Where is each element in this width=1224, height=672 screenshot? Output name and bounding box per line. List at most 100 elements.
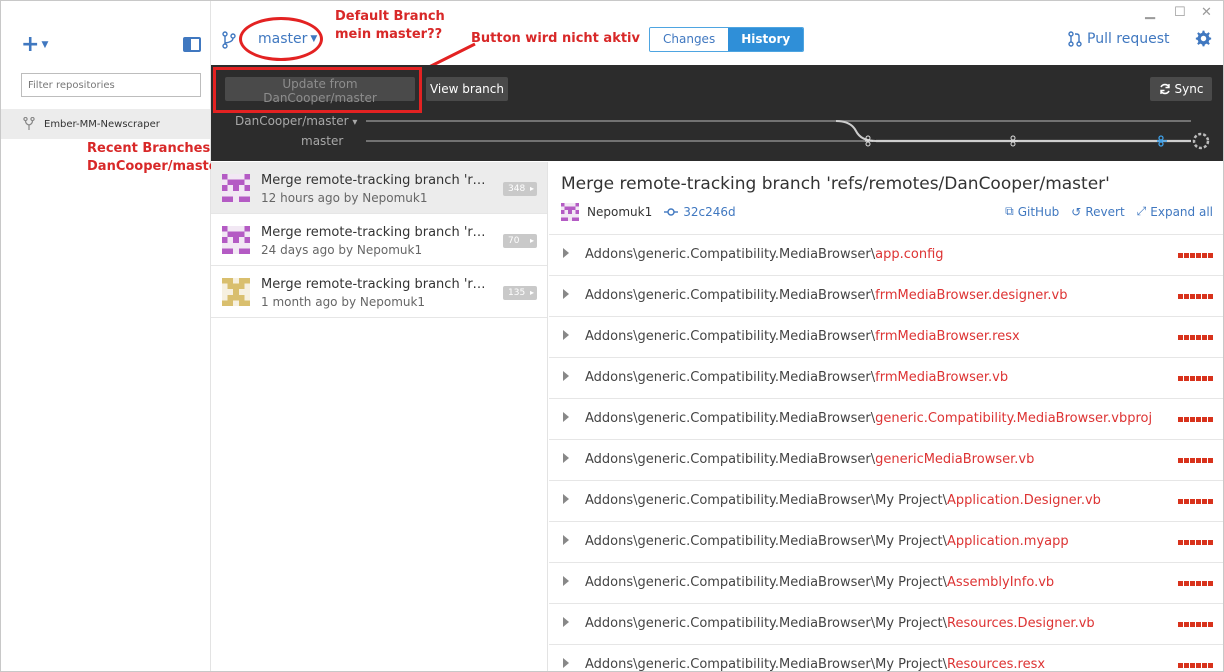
- commit-sha: 32c246d: [683, 205, 736, 219]
- file-row[interactable]: Addons\generic.Compatibility.MediaBrowse…: [549, 480, 1223, 521]
- commit-item[interactable]: Merge remote-tracking branch 'ref… 12 ho…: [211, 162, 547, 214]
- commit-actions: ⧉ GitHub ↺ Revert ⤢ Expand all: [993, 204, 1213, 219]
- changed-files-list: Addons\generic.Compatibility.MediaBrowse…: [549, 234, 1223, 671]
- file-path: Addons\generic.Compatibility.MediaBrowse…: [585, 657, 1045, 671]
- view-tabs: Changes History: [649, 27, 805, 52]
- file-row[interactable]: Addons\generic.Compatibility.MediaBrowse…: [549, 357, 1223, 398]
- file-row[interactable]: Addons\generic.Compatibility.MediaBrowse…: [549, 316, 1223, 357]
- chevron-down-icon: ▼: [41, 40, 49, 50]
- expand-arrow-icon[interactable]: [563, 248, 569, 258]
- close-button[interactable]: ✕: [1201, 6, 1212, 19]
- annotation-default-branch: Default Branch mein master??: [335, 8, 445, 44]
- file-directory: Addons\generic.Compatibility.MediaBrowse…: [585, 575, 948, 590]
- file-path: Addons\generic.Compatibility.MediaBrowse…: [585, 452, 1034, 467]
- file-row[interactable]: Addons\generic.Compatibility.MediaBrowse…: [549, 234, 1223, 275]
- revert-button[interactable]: ↺ Revert: [1071, 204, 1124, 219]
- commit-file-count-badge[interactable]: 70: [503, 234, 537, 248]
- diff-stat-bar: [1177, 417, 1213, 422]
- commit-file-count-badge[interactable]: 348: [503, 182, 537, 196]
- minimize-button[interactable]: ▁: [1145, 6, 1155, 19]
- commit-detail: Merge remote-tracking branch 'refs/remot…: [549, 162, 1223, 671]
- expand-arrow-icon[interactable]: [563, 289, 569, 299]
- commit-item[interactable]: Merge remote-tracking branch 'refs… 24 d…: [211, 214, 547, 266]
- file-directory: Addons\generic.Compatibility.MediaBrowse…: [585, 411, 876, 426]
- uncommitted-changes-marker[interactable]: [1192, 132, 1210, 150]
- file-path: Addons\generic.Compatibility.MediaBrowse…: [585, 534, 1069, 549]
- file-directory: Addons\generic.Compatibility.MediaBrowse…: [585, 370, 876, 385]
- file-row[interactable]: Addons\generic.Compatibility.MediaBrowse…: [549, 644, 1223, 671]
- diff-stat-bar: [1177, 294, 1213, 299]
- commit-meta: 1 month ago by Nepomuk1: [261, 295, 426, 309]
- expand-arrow-icon[interactable]: [563, 576, 569, 586]
- annotation-button-inactive: Button wird nicht aktiv: [471, 31, 640, 46]
- expand-arrow-icon[interactable]: [563, 658, 569, 668]
- file-row[interactable]: Addons\generic.Compatibility.MediaBrowse…: [549, 521, 1223, 562]
- branch-name: master: [258, 31, 308, 47]
- external-link-icon: ⧉: [1005, 204, 1014, 218]
- file-name: Resources.Designer.vb: [947, 616, 1095, 631]
- repo-name: Ember-MM-Newscraper: [44, 118, 160, 130]
- commit-file-count-badge[interactable]: 135: [503, 286, 537, 300]
- diff-stat-bar: [1177, 335, 1213, 340]
- branch-selector[interactable]: master ▼: [258, 31, 317, 47]
- expand-icon: ⤢: [1136, 204, 1147, 218]
- file-path: Addons\generic.Compatibility.MediaBrowse…: [585, 370, 1008, 385]
- app-window: +▼ Ember-MM-Newscraper Recent Branches D…: [0, 0, 1224, 672]
- maximize-button[interactable]: ☐: [1174, 6, 1186, 19]
- repo-item[interactable]: Ember-MM-Newscraper: [1, 109, 210, 139]
- branch-graph: [366, 120, 1210, 150]
- file-name: Application.myapp: [947, 534, 1069, 549]
- commit-icon: [664, 208, 679, 216]
- file-directory: Addons\generic.Compatibility.MediaBrowse…: [585, 616, 948, 631]
- expand-arrow-icon[interactable]: [563, 330, 569, 340]
- view-on-github-button[interactable]: ⧉ GitHub: [1005, 204, 1059, 219]
- gear-icon[interactable]: [1195, 30, 1212, 47]
- annotation-line: Recent Branches: [87, 141, 211, 156]
- diff-stat-bar: [1177, 458, 1213, 463]
- commit-marker[interactable]: [865, 135, 873, 147]
- commit-sha-link[interactable]: 32c246d: [664, 205, 736, 219]
- add-repository-button[interactable]: + ▼: [21, 34, 49, 56]
- sidebar-toggle-icon[interactable]: [183, 37, 201, 52]
- file-row[interactable]: Addons\generic.Compatibility.MediaBrowse…: [549, 398, 1223, 439]
- chevron-down-icon: ▼: [310, 34, 318, 44]
- expand-all-button[interactable]: ⤢ Expand all: [1137, 204, 1213, 219]
- file-directory: Addons\generic.Compatibility.MediaBrowse…: [585, 247, 876, 262]
- commit-marker-selected[interactable]: [1157, 135, 1167, 147]
- expand-arrow-icon[interactable]: [563, 453, 569, 463]
- file-row[interactable]: Addons\generic.Compatibility.MediaBrowse…: [549, 603, 1223, 644]
- avatar: [561, 203, 579, 221]
- file-path: Addons\generic.Compatibility.MediaBrowse…: [585, 493, 1101, 508]
- file-directory: Addons\generic.Compatibility.MediaBrowse…: [585, 329, 876, 344]
- expand-arrow-icon[interactable]: [563, 494, 569, 504]
- pull-request-icon: [1068, 31, 1082, 47]
- file-name: Resources.resx: [947, 657, 1046, 671]
- expand-arrow-icon[interactable]: [563, 535, 569, 545]
- commit-marker[interactable]: [1010, 135, 1018, 147]
- tab-changes[interactable]: Changes: [650, 28, 729, 51]
- avatar: [222, 226, 250, 254]
- file-row[interactable]: Addons\generic.Compatibility.MediaBrowse…: [549, 275, 1223, 316]
- annotation-recent-branches: Recent Branches DanCooper/master: [87, 140, 224, 176]
- pull-request-button[interactable]: Pull request: [1068, 31, 1170, 47]
- file-path: Addons\generic.Compatibility.MediaBrowse…: [585, 616, 1095, 631]
- pull-request-label: Pull request: [1087, 31, 1170, 47]
- diff-stat-bar: [1177, 376, 1213, 381]
- tab-history[interactable]: History: [728, 28, 804, 51]
- file-row[interactable]: Addons\generic.Compatibility.MediaBrowse…: [549, 562, 1223, 603]
- filter-repositories-input[interactable]: [21, 73, 201, 97]
- expand-arrow-icon[interactable]: [563, 617, 569, 627]
- expand-arrow-icon[interactable]: [563, 412, 569, 422]
- commit-detail-title: Merge remote-tracking branch 'refs/remot…: [561, 174, 1110, 194]
- file-name: Application.Designer.vb: [947, 493, 1101, 508]
- expand-arrow-icon[interactable]: [563, 371, 569, 381]
- diff-stat-bar: [1177, 622, 1213, 627]
- file-path: Addons\generic.Compatibility.MediaBrowse…: [585, 411, 1152, 426]
- action-label: GitHub: [1017, 204, 1060, 219]
- avatar: [222, 278, 250, 306]
- commit-item[interactable]: Merge remote-tracking branch 'ref… 1 mon…: [211, 266, 547, 318]
- file-directory: Addons\generic.Compatibility.MediaBrowse…: [585, 493, 948, 508]
- file-row[interactable]: Addons\generic.Compatibility.MediaBrowse…: [549, 439, 1223, 480]
- file-path: Addons\generic.Compatibility.MediaBrowse…: [585, 247, 944, 262]
- commit-title: Merge remote-tracking branch 'ref…: [261, 173, 493, 188]
